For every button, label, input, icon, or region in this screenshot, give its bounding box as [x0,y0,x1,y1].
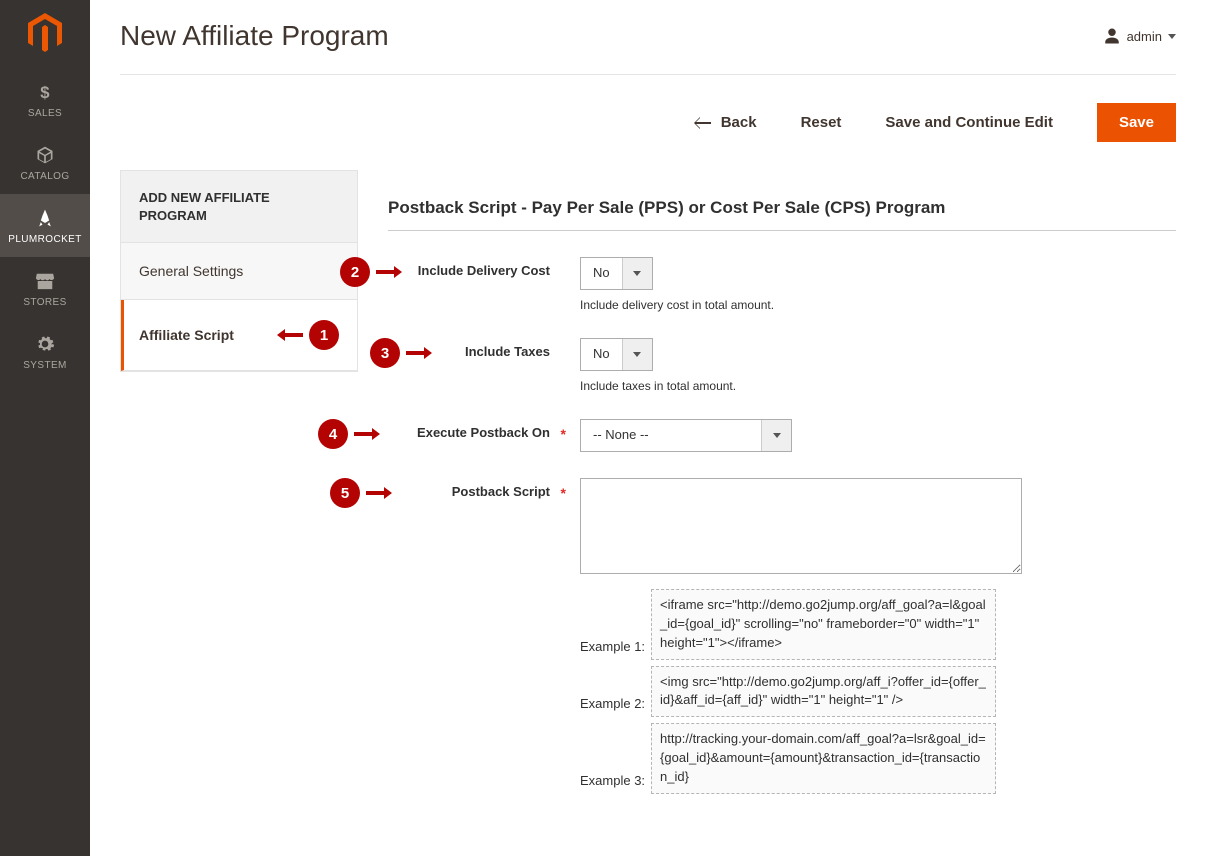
select-value: No [581,258,622,289]
example-row-2: Example 2: <img src="http://demo.go2jump… [580,666,1176,718]
select-include-delivery[interactable]: No [580,257,653,290]
sidebar-item-sales[interactable]: $ SALES [0,68,90,131]
section-title: Postback Script - Pay Per Sale (PPS) or … [388,198,1176,231]
sidebar-label: SYSTEM [23,360,67,371]
save-continue-button[interactable]: Save and Continue Edit [885,114,1053,131]
textarea-postback-script[interactable] [580,478,1022,574]
example-row-3: Example 3: http://tracking.your-domain.c… [580,723,1176,794]
select-value: -- None -- [581,420,761,451]
sidebar-label: PLUMROCKET [8,234,81,245]
label-include-taxes: Include Taxes [388,338,558,361]
chevron-down-icon [1168,34,1176,39]
callout-badge: 4 [318,419,348,449]
cube-icon [35,145,55,165]
select-include-taxes[interactable]: No [580,338,653,371]
label-postback-script: Postback Script* [388,478,558,501]
gear-icon [35,334,55,354]
chevron-down-icon [622,258,652,289]
arrow-right-icon [354,427,380,441]
row-postback-script: 5 Postback Script* Example 1: <iframe sr… [388,478,1176,800]
sidebar-label: STORES [23,297,66,308]
page-title: New Affiliate Program [120,20,389,52]
user-icon [1103,27,1121,45]
tab-general-settings[interactable]: General Settings [121,243,357,300]
action-bar: Back Reset Save and Continue Edit Save [120,74,1176,170]
callout-4: 4 [318,419,380,449]
dollar-icon: $ [35,82,55,102]
rocket-icon [35,208,55,228]
example-label: Example 3: [580,773,645,794]
store-icon [34,271,56,291]
user-label: admin [1127,29,1162,44]
required-asterisk: * [561,484,566,502]
hint-include-delivery: Include delivery cost in total amount. [580,298,1176,312]
sidebar-item-stores[interactable]: STORES [0,257,90,320]
admin-sidebar: $ SALES CATALOG PLUMROCKET STORES SYSTEM [0,0,90,856]
form-tabs-panel: ADD NEW AFFILIATE PROGRAM General Settin… [120,170,358,372]
required-asterisk: * [561,425,566,443]
select-value: No [581,339,622,370]
row-include-taxes: 3 Include Taxes No Include taxes in tota… [388,338,1176,393]
callout-1: 1 [277,320,339,350]
arrow-left-icon [277,328,303,342]
label-include-delivery: Include Delivery Cost [388,257,558,280]
back-label: Back [721,114,757,131]
callout-5: 5 [330,478,392,508]
user-menu[interactable]: admin [1103,27,1176,45]
sidebar-item-system[interactable]: SYSTEM [0,320,90,383]
label-execute-postback: Execute Postback On* [388,419,558,442]
example-label: Example 2: [580,696,645,717]
example-code: <iframe src="http://demo.go2jump.org/aff… [651,589,996,660]
tab-label: General Settings [139,263,243,279]
example-code: <img src="http://demo.go2jump.org/aff_i?… [651,666,996,718]
example-code: http://tracking.your-domain.com/aff_goal… [651,723,996,794]
main-content: New Affiliate Program admin Back Reset S… [90,0,1206,856]
hint-include-taxes: Include taxes in total amount. [580,379,1176,393]
callout-badge: 1 [309,320,339,350]
sidebar-item-catalog[interactable]: CATALOG [0,131,90,194]
sidebar-label: CATALOG [20,171,69,182]
tab-affiliate-script[interactable]: Affiliate Script 1 [121,300,357,371]
row-execute-postback: 4 Execute Postback On* -- None -- [388,419,1176,452]
chevron-down-icon [761,420,791,451]
back-button[interactable]: Back [693,114,757,131]
callout-badge: 2 [340,257,370,287]
example-label: Example 1: [580,639,645,660]
save-button[interactable]: Save [1097,103,1176,142]
reset-button[interactable]: Reset [801,114,842,131]
tab-label: Affiliate Script [139,327,234,343]
form-area: Postback Script - Pay Per Sale (PPS) or … [388,170,1176,826]
sidebar-item-plumrocket[interactable]: PLUMROCKET [0,194,90,257]
sidebar-label: SALES [28,108,62,119]
form-tabs-header: ADD NEW AFFILIATE PROGRAM [121,171,357,243]
example-row-1: Example 1: <iframe src="http://demo.go2j… [580,589,1176,660]
arrow-left-icon [693,116,711,130]
magento-logo [27,12,63,54]
row-include-delivery: 2 Include Delivery Cost No Include deliv… [388,257,1176,312]
callout-badge: 5 [330,478,360,508]
svg-text:$: $ [40,83,50,102]
select-execute-postback[interactable]: -- None -- [580,419,792,452]
chevron-down-icon [622,339,652,370]
script-examples: Example 1: <iframe src="http://demo.go2j… [580,589,1176,794]
